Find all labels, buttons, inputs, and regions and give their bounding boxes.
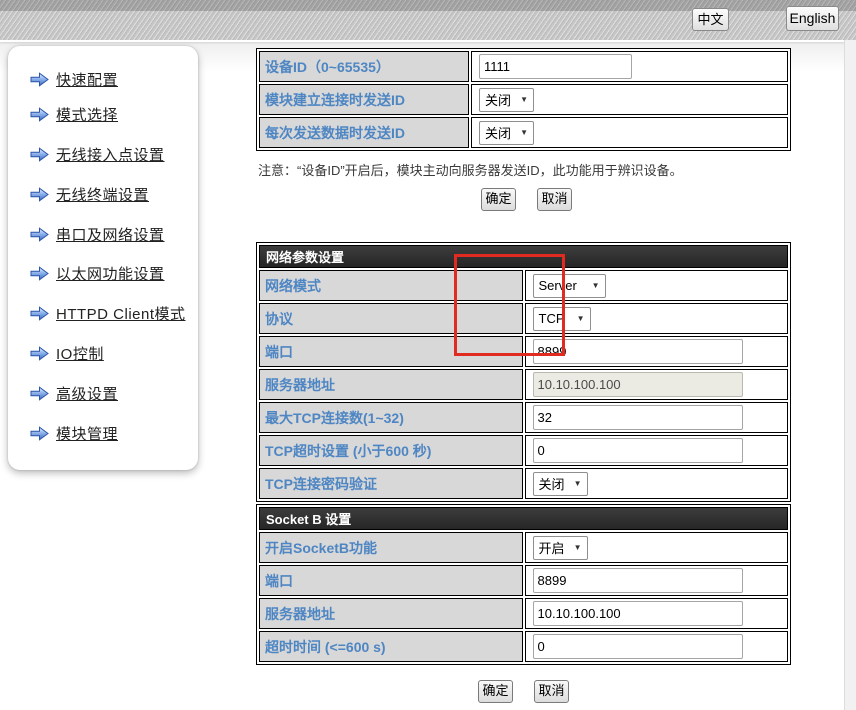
socket-b-timeout-input[interactable]	[533, 634, 743, 659]
socket-b-enable-select[interactable]: 开启▼	[533, 536, 588, 560]
socket-b-server-address-input[interactable]	[533, 601, 743, 626]
sidebar-item-mode-select[interactable]: 模式选择	[30, 103, 118, 125]
note-text: 注意：“设备ID”开启后，模块主动向服务器发送ID，此功能用于辨识设备。	[258, 160, 683, 179]
sidebar-item-label: 无线终端设置	[56, 184, 149, 205]
send-id-on-data-select[interactable]: 关闭▼	[479, 121, 534, 145]
field-label: TCP超时设置 (小于600 秒)	[259, 435, 523, 466]
chevron-down-icon: ▼	[592, 281, 600, 290]
highlight-box	[454, 254, 565, 356]
table-row: 设备ID（0~65535）	[259, 51, 788, 82]
table-row: 开启SocketB功能 开启▼	[259, 532, 788, 563]
table-row: 服务器地址	[259, 369, 788, 400]
chevron-down-icon: ▼	[520, 95, 528, 104]
sidebar-item-label: 高级设置	[56, 383, 118, 404]
arrow-icon	[30, 72, 49, 87]
sidebar-item-ethernet[interactable]: 以太网功能设置	[30, 262, 165, 284]
arrow-icon	[30, 107, 49, 122]
ok-button[interactable]: 确定	[481, 188, 516, 211]
sidebar: 快速配置 模式选择 无线接入点设置 无线终端设置 串口及网络设置 以太网功能设置…	[8, 46, 198, 470]
socket-b-port-input[interactable]	[533, 568, 743, 593]
chevron-down-icon: ▼	[520, 128, 528, 137]
chevron-down-icon: ▼	[574, 543, 582, 552]
sidebar-item-label: 快速配置	[56, 69, 118, 90]
table-row: 每次发送数据时发送ID 关闭▼	[259, 117, 788, 148]
table-row: TCP超时设置 (小于600 秒)	[259, 435, 788, 466]
arrow-icon	[30, 187, 49, 202]
field-label: 模块建立连接时发送ID	[259, 84, 469, 115]
arrow-icon	[30, 266, 49, 281]
language-chinese-button[interactable]: 中文	[692, 8, 729, 31]
sidebar-item-label: 串口及网络设置	[56, 224, 165, 245]
max-tcp-connections-input[interactable]	[533, 405, 743, 430]
page: 中文 English 快速配置 模式选择 无线接入点设置 无线终端设置 串口及网…	[0, 0, 856, 710]
sidebar-item-ap-settings[interactable]: 无线接入点设置	[30, 143, 165, 165]
language-english-button[interactable]: English	[786, 6, 839, 31]
table-row: 超时时间 (<=600 s)	[259, 631, 788, 662]
table-row: 最大TCP连接数(1~32)	[259, 402, 788, 433]
sidebar-item-label: 模式选择	[56, 104, 118, 125]
server-address-input	[533, 372, 743, 397]
sidebar-item-quick-config[interactable]: 快速配置	[30, 68, 118, 90]
section-header-socket-b: Socket B 设置	[259, 507, 788, 530]
scrollbar-track[interactable]	[844, 40, 856, 710]
sidebar-item-label: 模块管理	[56, 423, 118, 444]
sidebar-item-label: 以太网功能设置	[56, 263, 165, 284]
field-label: 开启SocketB功能	[259, 532, 523, 563]
arrow-icon	[30, 346, 49, 361]
field-label: 端口	[259, 565, 523, 596]
chevron-down-icon: ▼	[574, 479, 582, 488]
arrow-icon	[30, 227, 49, 242]
chevron-down-icon: ▼	[577, 314, 585, 323]
field-label: TCP连接密码验证	[259, 468, 523, 499]
cancel-button[interactable]: 取消	[534, 680, 569, 703]
arrow-icon	[30, 386, 49, 401]
field-label: 每次发送数据时发送ID	[259, 117, 469, 148]
ok-button[interactable]: 确定	[478, 680, 513, 703]
arrow-icon	[30, 147, 49, 162]
sidebar-item-module-manage[interactable]: 模块管理	[30, 422, 118, 444]
sidebar-item-label: 无线接入点设置	[56, 144, 165, 165]
sidebar-item-uart-network[interactable]: 串口及网络设置	[30, 223, 165, 245]
device-id-input[interactable]	[479, 54, 632, 79]
table-row: 端口	[259, 565, 788, 596]
sidebar-item-httpd-client[interactable]: HTTPD Client模式	[30, 302, 186, 324]
send-id-on-connect-select[interactable]: 关闭▼	[479, 88, 534, 112]
field-label: 超时时间 (<=600 s)	[259, 631, 523, 662]
sidebar-item-io-control[interactable]: IO控制	[30, 342, 104, 364]
cancel-button[interactable]: 取消	[537, 188, 572, 211]
tcp-timeout-input[interactable]	[533, 438, 743, 463]
tcp-password-auth-select[interactable]: 关闭▼	[533, 472, 588, 496]
table-row: TCP连接密码验证 关闭▼	[259, 468, 788, 499]
arrow-icon	[30, 306, 49, 321]
field-label: 服务器地址	[259, 369, 523, 400]
sidebar-item-label: IO控制	[56, 343, 104, 364]
table-row: 服务器地址	[259, 598, 788, 629]
socket-b-table: Socket B 设置 开启SocketB功能 开启▼ 端口 服务器地址 超时时…	[256, 504, 791, 665]
device-id-table: 设备ID（0~65535） 模块建立连接时发送ID 关闭▼ 每次发送数据时发送I…	[256, 48, 791, 151]
table-row: 模块建立连接时发送ID 关闭▼	[259, 84, 788, 115]
arrow-icon	[30, 426, 49, 441]
sidebar-item-sta-settings[interactable]: 无线终端设置	[30, 183, 149, 205]
sidebar-item-advanced[interactable]: 高级设置	[30, 382, 118, 404]
sidebar-item-label: HTTPD Client模式	[56, 303, 186, 324]
field-label: 设备ID（0~65535）	[259, 51, 469, 82]
field-label: 服务器地址	[259, 598, 523, 629]
field-label: 最大TCP连接数(1~32)	[259, 402, 523, 433]
